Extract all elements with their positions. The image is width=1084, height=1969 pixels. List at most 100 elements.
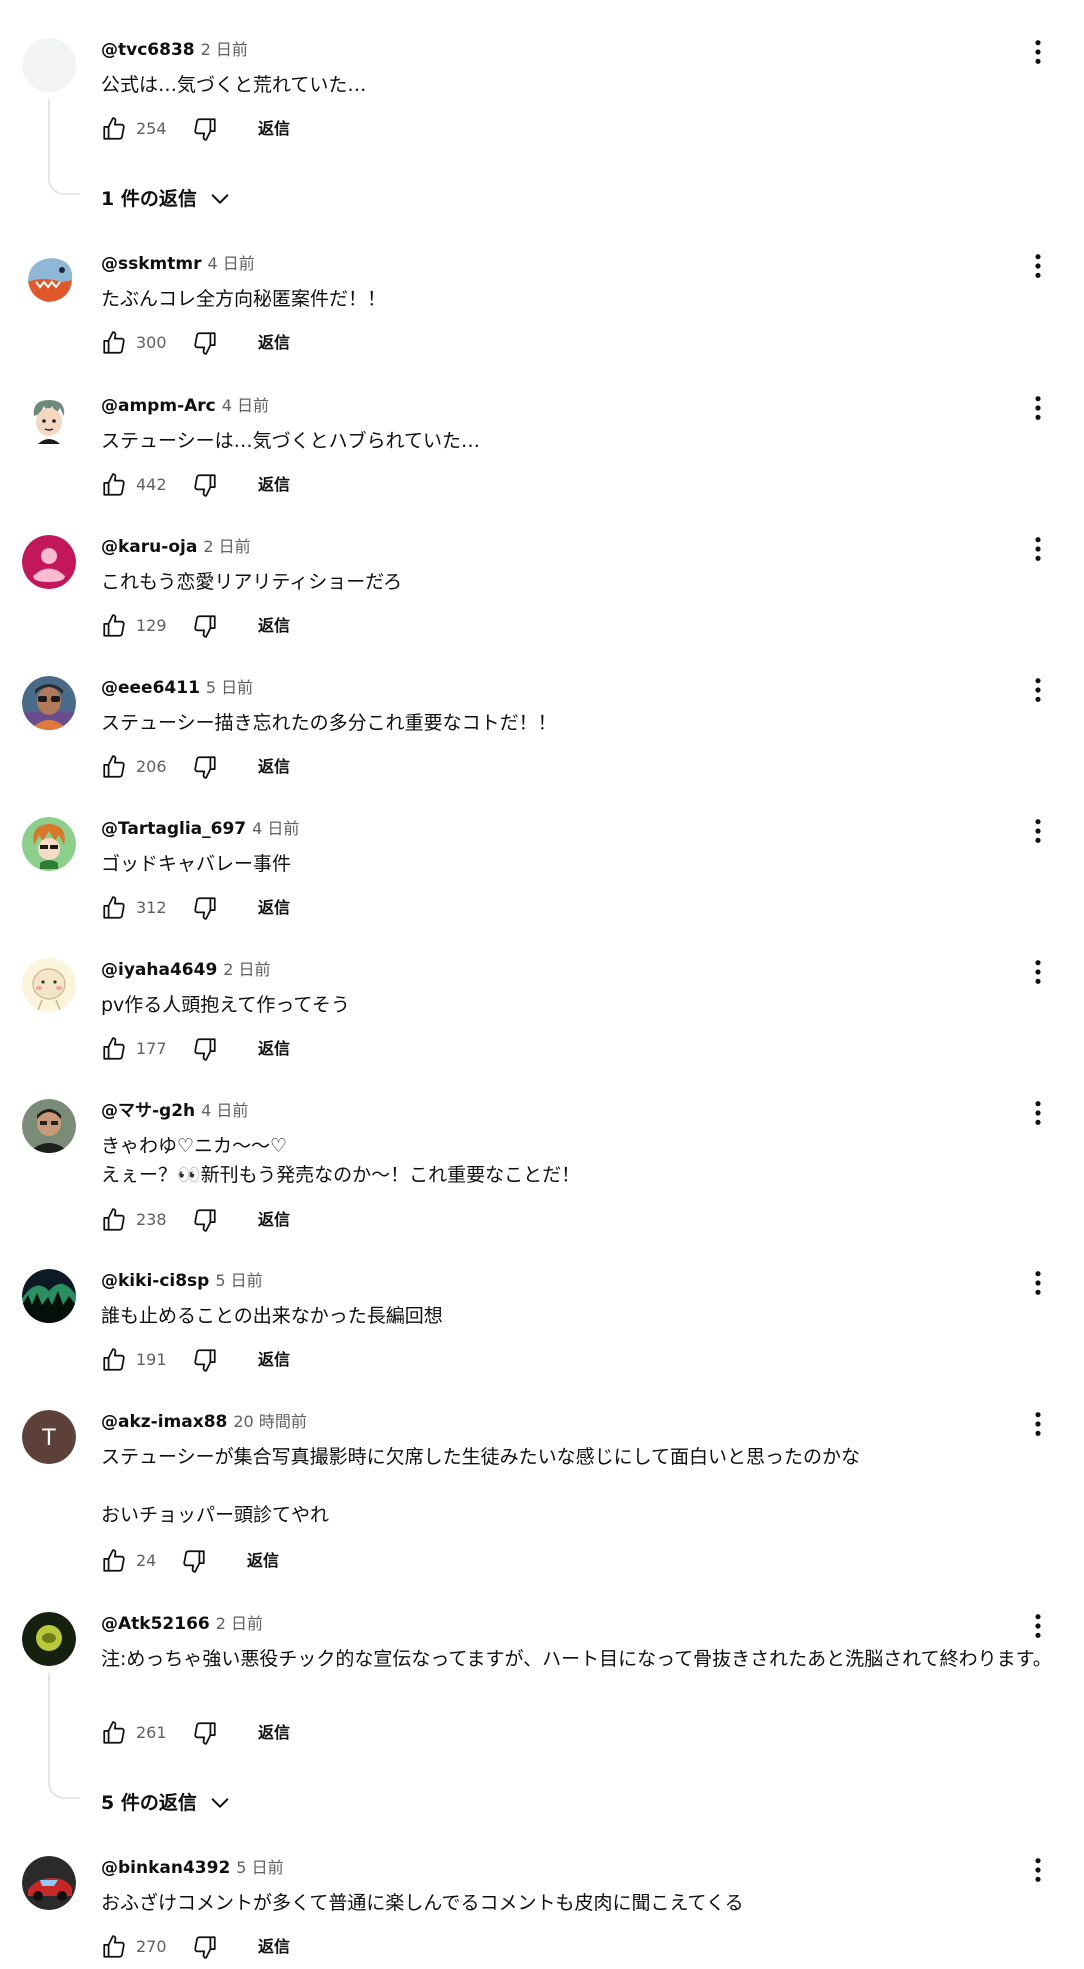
more-options-button[interactable] [1024, 676, 1052, 704]
comment-time[interactable]: 20 時間前 [233, 1412, 306, 1431]
like-button[interactable] [101, 1546, 127, 1576]
avatar[interactable] [22, 252, 76, 306]
like-button[interactable] [101, 1034, 127, 1064]
comment-time[interactable]: 2 日前 [201, 40, 248, 59]
comment-time[interactable]: 2 日前 [216, 1614, 263, 1633]
reply-button[interactable]: 返信 [258, 1034, 290, 1064]
author-handle[interactable]: @karu-oja [101, 537, 197, 557]
thumbs-down-icon [194, 615, 216, 638]
comment-meta: @sskmtmr 4 日前 [101, 252, 255, 276]
author-handle[interactable]: @binkan4392 [101, 1858, 230, 1878]
more-vert-icon [1035, 537, 1041, 561]
like-button[interactable] [101, 1932, 127, 1962]
more-options-button[interactable] [1024, 535, 1052, 563]
more-options-button[interactable] [1024, 252, 1052, 280]
more-options-button[interactable] [1024, 394, 1052, 422]
more-options-button[interactable] [1024, 1612, 1052, 1640]
author-handle[interactable]: @tvc6838 [101, 40, 195, 60]
dislike-button[interactable] [192, 1718, 218, 1748]
comment-meta: @ampm-Arc 4 日前 [101, 394, 269, 418]
comment-text: ステューシーは…気づくとハブられていた… [101, 427, 1056, 456]
avatar[interactable] [22, 1099, 76, 1153]
avatar[interactable] [22, 1856, 76, 1910]
dislike-button[interactable] [181, 1546, 207, 1576]
more-options-button[interactable] [1024, 1269, 1052, 1297]
thumbs-up-icon [103, 614, 125, 637]
author-handle[interactable]: @ampm-Arc [101, 396, 216, 416]
like-button[interactable] [101, 752, 127, 782]
more-options-button[interactable] [1024, 817, 1052, 845]
avatar[interactable] [22, 38, 76, 92]
comment-time[interactable]: 4 日前 [252, 819, 299, 838]
dislike-button[interactable] [192, 1345, 218, 1375]
like-count: 442 [136, 475, 167, 494]
dislike-button[interactable] [192, 114, 218, 144]
avatar[interactable] [22, 394, 76, 448]
comment-time[interactable]: 4 日前 [222, 396, 269, 415]
author-handle[interactable]: @sskmtmr [101, 254, 201, 274]
avatar[interactable] [22, 958, 76, 1012]
comment-meta: @binkan4392 5 日前 [101, 1856, 284, 1880]
comment-time[interactable]: 5 日前 [206, 678, 253, 697]
comment-text-line: pv作る人頭抱えて作ってそう [101, 994, 350, 1016]
reply-button[interactable]: 返信 [258, 893, 290, 923]
avatar[interactable] [22, 535, 76, 589]
comment-time[interactable]: 4 日前 [207, 254, 254, 273]
author-handle[interactable]: @マサ-g2h [101, 1101, 195, 1121]
more-vert-icon [1035, 960, 1041, 984]
author-handle[interactable]: @kiki-ci8sp [101, 1271, 209, 1291]
avatar[interactable] [22, 817, 76, 871]
dislike-button[interactable] [192, 752, 218, 782]
reply-button[interactable]: 返信 [247, 1546, 279, 1576]
dislike-button[interactable] [192, 611, 218, 641]
author-handle[interactable]: @iyaha4649 [101, 960, 217, 980]
reply-button[interactable]: 返信 [258, 114, 290, 144]
like-count: 238 [136, 1210, 167, 1229]
reply-button[interactable]: 返信 [258, 1205, 290, 1235]
author-handle[interactable]: @Atk52166 [101, 1614, 210, 1634]
like-button[interactable] [101, 1718, 127, 1748]
avatar[interactable] [22, 1269, 76, 1323]
more-options-button[interactable] [1024, 1856, 1052, 1884]
more-options-button[interactable] [1024, 1099, 1052, 1127]
reply-button[interactable]: 返信 [258, 1345, 290, 1375]
reply-button[interactable]: 返信 [258, 752, 290, 782]
dislike-button[interactable] [192, 1932, 218, 1962]
like-button[interactable] [101, 114, 127, 144]
comment-actions: 177 返信 [101, 1034, 401, 1064]
author-handle[interactable]: @eee6411 [101, 678, 200, 698]
thumbs-up-icon [103, 1549, 125, 1572]
dislike-button[interactable] [192, 1034, 218, 1064]
dislike-button[interactable] [192, 328, 218, 358]
avatar[interactable]: T [22, 1410, 76, 1464]
more-options-button[interactable] [1024, 1410, 1052, 1438]
author-handle[interactable]: @Tartaglia_697 [101, 819, 246, 839]
dislike-button[interactable] [192, 1205, 218, 1235]
reply-button[interactable]: 返信 [258, 328, 290, 358]
like-button[interactable] [101, 470, 127, 500]
show-replies-button[interactable]: 5 件の返信 [101, 1788, 231, 1818]
reply-button[interactable]: 返信 [258, 1932, 290, 1962]
dislike-button[interactable] [192, 470, 218, 500]
comment-time[interactable]: 4 日前 [201, 1101, 248, 1120]
like-button[interactable] [101, 328, 127, 358]
avatar[interactable] [22, 676, 76, 730]
like-button[interactable] [101, 1345, 127, 1375]
reply-button[interactable]: 返信 [258, 611, 290, 641]
comment-time[interactable]: 5 日前 [215, 1271, 262, 1290]
author-handle[interactable]: @akz-imax88 [101, 1412, 227, 1432]
show-replies-button[interactable]: 1 件の返信 [101, 184, 231, 214]
like-button[interactable] [101, 611, 127, 641]
dislike-button[interactable] [192, 893, 218, 923]
avatar[interactable] [22, 1612, 76, 1666]
comment-time[interactable]: 2 日前 [223, 960, 270, 979]
reply-button[interactable]: 返信 [258, 1718, 290, 1748]
like-count: 191 [136, 1350, 167, 1369]
more-options-button[interactable] [1024, 958, 1052, 986]
comment-time[interactable]: 2 日前 [203, 537, 250, 556]
like-button[interactable] [101, 1205, 127, 1235]
comment-time[interactable]: 5 日前 [236, 1858, 283, 1877]
like-button[interactable] [101, 893, 127, 923]
more-options-button[interactable] [1024, 38, 1052, 66]
reply-button[interactable]: 返信 [258, 470, 290, 500]
